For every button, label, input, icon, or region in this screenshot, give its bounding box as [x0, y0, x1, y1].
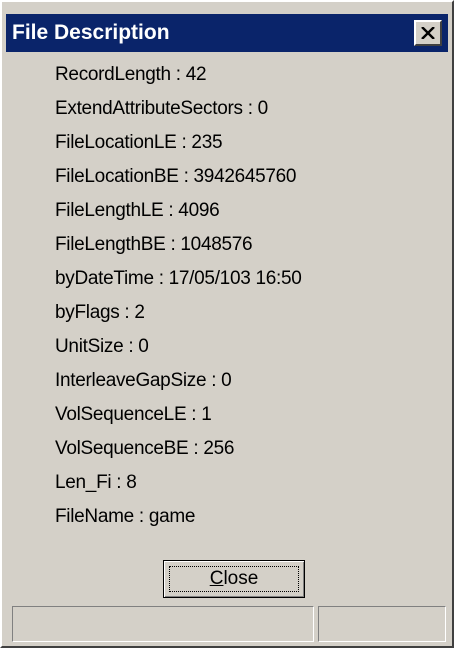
field-extend-attribute-sectors: ExtendAttributeSectors : 0: [55, 98, 268, 119]
close-button[interactable]: Close: [163, 560, 305, 598]
field-file-length-le: FileLengthLE : 4096: [55, 200, 220, 221]
field-len-fi: Len_Fi : 8: [55, 472, 137, 493]
field-file-location-be: FileLocationBE : 3942645760: [55, 166, 297, 187]
field-vol-sequence-le: VolSequenceLE : 1: [55, 404, 212, 425]
field-file-name: FileName : game: [55, 506, 196, 527]
close-x-glyph: [421, 27, 435, 39]
field-by-flags: byFlags : 2: [55, 302, 145, 323]
field-unit-size: UnitSize : 0: [55, 336, 149, 357]
status-bar: [8, 606, 448, 642]
close-x-icon[interactable]: [414, 20, 442, 46]
field-list: RecordLength : 42 ExtendAttributeSectors…: [55, 58, 302, 534]
status-pane-main: [12, 606, 314, 642]
field-file-location-le: FileLocationLE : 235: [55, 132, 223, 153]
file-description-window: File Description RecordLength : 42 Exten…: [0, 0, 454, 648]
field-record-length: RecordLength : 42: [55, 64, 207, 85]
window-title: File Description: [12, 21, 170, 44]
title-bar[interactable]: File Description: [6, 14, 448, 52]
field-by-date-time: byDateTime : 17/05/103 16:50: [55, 268, 302, 289]
close-button-label: Close: [209, 568, 259, 589]
field-interleave-gap-size: InterleaveGapSize : 0: [55, 370, 232, 391]
field-vol-sequence-be: VolSequenceBE : 256: [55, 438, 235, 459]
field-file-length-be: FileLengthBE : 1048576: [55, 234, 253, 255]
status-pane-secondary: [318, 606, 446, 642]
